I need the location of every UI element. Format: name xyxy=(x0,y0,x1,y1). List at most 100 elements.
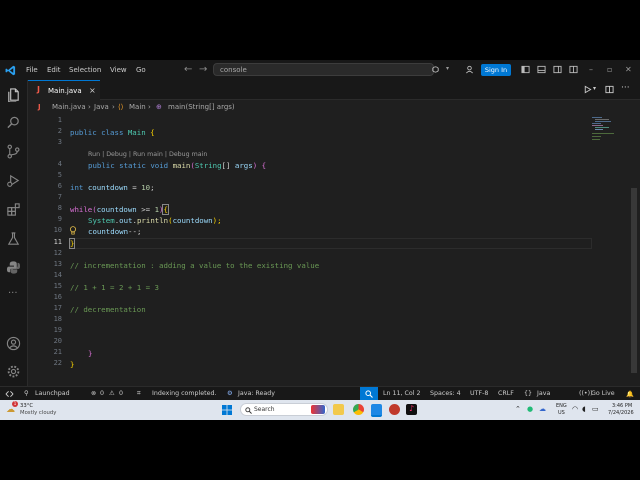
run-dropdown-icon[interactable]: ▾ xyxy=(593,85,602,94)
remote-indicator-icon[interactable] xyxy=(5,390,14,398)
python-icon[interactable] xyxy=(6,260,21,275)
accounts-icon[interactable] xyxy=(6,336,21,351)
tiktok-icon[interactable]: ♪ xyxy=(406,404,417,415)
go-live-button[interactable]: Go Live xyxy=(591,390,615,397)
toggle-panel-icon[interactable] xyxy=(537,65,546,74)
file-encoding[interactable]: UTF-8 xyxy=(470,390,488,397)
taskbar-search[interactable]: Search xyxy=(240,403,328,416)
extensions-icon[interactable] xyxy=(6,202,21,217)
search-highlight-icon xyxy=(311,405,325,414)
account-icon[interactable] xyxy=(465,65,474,74)
warnings-icon[interactable]: ⚠ xyxy=(109,390,115,397)
errors-icon[interactable]: ⊗ xyxy=(91,390,96,397)
breadcrumb-file[interactable]: Main.java xyxy=(52,103,86,111)
menu-go[interactable]: Go xyxy=(136,66,146,74)
source-control-icon[interactable] xyxy=(6,144,21,159)
ports-icon[interactable]: ⌗ xyxy=(137,390,141,398)
tray-cloud-icon[interactable]: ☁ xyxy=(539,405,546,413)
clock-date[interactable]: 7/24/2026 xyxy=(608,410,634,416)
windows-start-icon[interactable] xyxy=(222,405,232,415)
breadcrumb-class[interactable]: Main xyxy=(129,103,146,111)
settings-gear-icon[interactable] xyxy=(6,364,21,379)
command-center-text: console xyxy=(220,66,247,74)
tray-app-icon[interactable]: ● xyxy=(527,405,533,413)
run-java-icon[interactable] xyxy=(583,85,592,94)
volume-icon[interactable]: ◖ xyxy=(582,405,586,413)
java-status-icon[interactable]: ⚙ xyxy=(227,390,233,397)
code-line-6: int countdown = 10; xyxy=(70,183,155,192)
lightbulb-quickfix-icon[interactable] xyxy=(69,226,77,235)
weather-description[interactable]: Mostly cloudy xyxy=(20,410,56,416)
weather-temperature[interactable]: 33°C xyxy=(20,403,33,409)
more-actions-icon[interactable]: ··· xyxy=(621,83,630,93)
indentation-spaces[interactable]: Spaces: 4 xyxy=(430,390,461,397)
file-explorer-icon[interactable] xyxy=(333,404,344,415)
breadcrumb-separator: › xyxy=(88,103,91,111)
copilot-dropdown-icon[interactable]: ▾ xyxy=(446,65,455,74)
minimap[interactable] xyxy=(592,116,616,146)
tab-label: Main.java xyxy=(48,87,82,95)
minimize-icon[interactable]: – xyxy=(589,65,593,74)
cursor-position[interactable]: Ln 11, Col 2 xyxy=(383,390,421,397)
testing-flask-icon[interactable] xyxy=(6,231,21,246)
vscode-logo-icon xyxy=(5,65,16,76)
code-text-area[interactable]: public class Main { Run | Debug | Run ma… xyxy=(68,116,600,382)
code-line-9: System.out.println(countdown); xyxy=(88,216,222,225)
language-mode[interactable]: Java xyxy=(537,390,550,397)
clock-time[interactable]: 3:46 PM xyxy=(612,403,632,409)
copilot-icon[interactable] xyxy=(431,65,440,74)
wifi-icon[interactable]: ◠ xyxy=(572,405,578,413)
menu-view[interactable]: View xyxy=(110,66,127,74)
command-center-search[interactable]: console xyxy=(213,63,434,76)
tray-overflow-icon[interactable]: ⌃ xyxy=(515,405,521,413)
zoom-indicator[interactable] xyxy=(360,387,378,400)
tab-main-java[interactable]: J Main.java × xyxy=(28,80,100,100)
weather-alert-badge: 1 xyxy=(12,401,18,407)
menu-selection[interactable]: Selection xyxy=(69,66,101,74)
line-number: 4 xyxy=(57,160,62,168)
line-number: 5 xyxy=(57,171,62,179)
java-ready-status[interactable]: Java: Ready xyxy=(238,390,275,397)
customize-layout-icon[interactable] xyxy=(569,65,578,74)
menu-edit[interactable]: Edit xyxy=(47,66,61,74)
input-region[interactable]: US xyxy=(558,410,565,416)
vertical-scrollbar[interactable] xyxy=(631,188,637,373)
chrome-icon[interactable] xyxy=(353,404,364,415)
line-endings[interactable]: CRLF xyxy=(498,390,514,397)
search-icon[interactable] xyxy=(6,115,21,130)
split-editor-icon[interactable] xyxy=(605,85,614,94)
launchpad-label[interactable]: Launchpad xyxy=(35,390,70,397)
forward-arrow-icon[interactable]: → xyxy=(199,64,207,75)
vscode-screen: File Edit Selection View Go ← → console … xyxy=(0,60,640,420)
line-number: 9 xyxy=(57,215,62,223)
breadcrumb: J Main.java › Java › ⟨⟩ Main › ⊕ main(St… xyxy=(28,100,640,116)
notifications-bell-icon[interactable]: 🔔 xyxy=(626,390,634,398)
more-views-icon[interactable]: ··· xyxy=(8,288,18,299)
magnifier-icon xyxy=(365,390,373,398)
breadcrumb-method[interactable]: main(String[] args) xyxy=(168,103,235,111)
code-editor[interactable]: 1 2 3 4 5 6 7 8 9 10 11 12 13 14 15 16 1… xyxy=(28,116,637,382)
back-arrow-icon[interactable]: ← xyxy=(184,64,192,75)
vscode-taskbar-icon[interactable] xyxy=(371,404,382,417)
maximize-icon[interactable]: ▫ xyxy=(607,65,612,74)
codelens-run-debug[interactable]: Run | Debug | Run main | Debug main xyxy=(88,149,207,160)
explorer-icon[interactable] xyxy=(6,87,21,102)
close-window-icon[interactable]: ✕ xyxy=(625,65,632,74)
toggle-primary-sidebar-icon[interactable] xyxy=(521,65,530,74)
tab-close-icon[interactable]: × xyxy=(89,86,96,95)
media-app-icon[interactable] xyxy=(389,404,400,415)
battery-icon[interactable]: ▭ xyxy=(592,405,599,413)
language-braces-icon[interactable]: {} xyxy=(524,390,532,397)
line-number: 8 xyxy=(57,204,62,212)
launchpad-rocket-icon[interactable]: ⚲ xyxy=(24,390,29,397)
line-number: 7 xyxy=(57,193,62,201)
toggle-secondary-sidebar-icon[interactable] xyxy=(553,65,562,74)
run-debug-icon[interactable] xyxy=(6,173,21,188)
error-count[interactable]: 0 xyxy=(100,390,104,397)
menu-file[interactable]: File xyxy=(26,66,38,74)
breadcrumb-java[interactable]: Java xyxy=(94,103,109,111)
line-number: 2 xyxy=(57,127,62,135)
warning-count[interactable]: 0 xyxy=(119,390,123,397)
sign-in-button[interactable]: Sign In xyxy=(481,64,511,76)
input-language[interactable]: ENG xyxy=(556,403,567,409)
